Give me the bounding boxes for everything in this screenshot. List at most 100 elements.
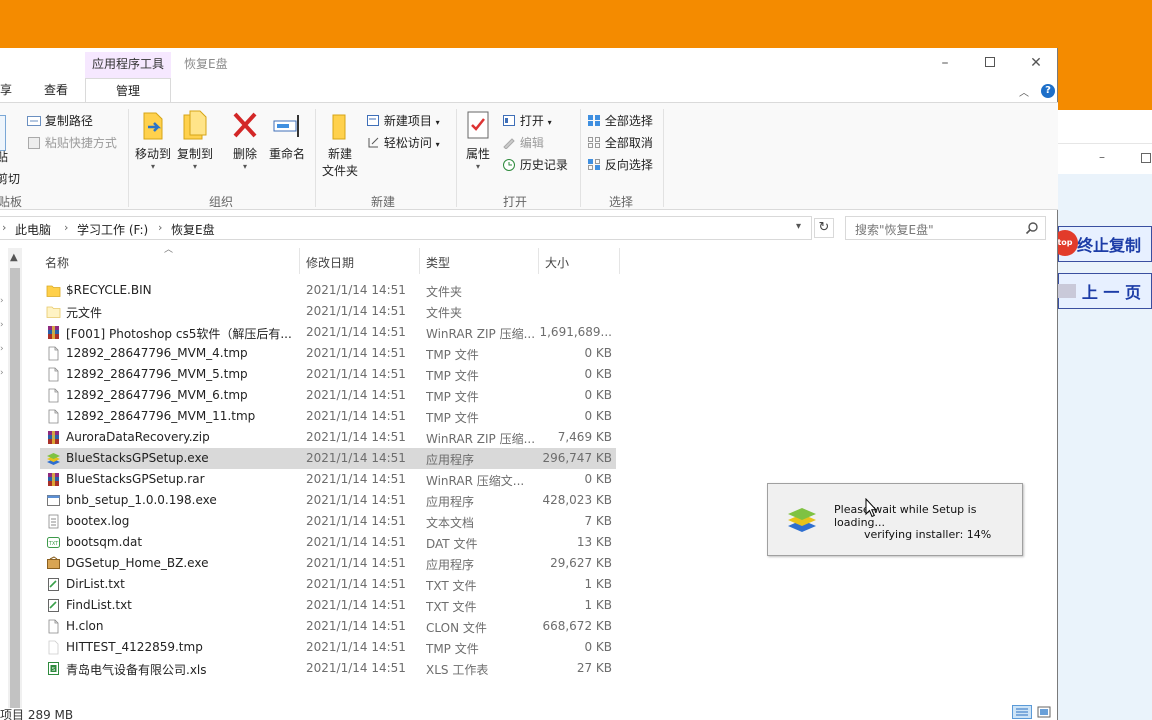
invert-selection-icon	[588, 159, 600, 170]
folder-light-icon	[46, 304, 61, 319]
invert-selection-button[interactable]: 反向选择	[587, 156, 653, 173]
new-item-button[interactable]: 新建项目 ▾	[366, 112, 440, 129]
select-all-button[interactable]: 全部选择	[587, 112, 653, 129]
file-row[interactable]: $RECYCLE.BIN 2021/1/14 14:51 文件夹	[40, 280, 616, 301]
file-name: H.clon	[66, 619, 104, 633]
help-button[interactable]: ?	[1041, 84, 1055, 98]
properties-button[interactable]: 属性 ▾	[462, 109, 494, 171]
move-to-button[interactable]: 移动到 ▾	[134, 109, 172, 171]
paste-button[interactable]	[0, 115, 6, 151]
paste-label[interactable]: 贴	[0, 148, 8, 165]
collapse-ribbon-button[interactable]: ︿	[1019, 84, 1031, 99]
organize-group-label: 组织	[209, 195, 234, 209]
history-button[interactable]: 历史记录	[502, 156, 568, 173]
address-bar[interactable]: › 此电脑 › 学习工作 (F:) › 恢复E盘 ▾	[0, 216, 812, 240]
properties-icon	[467, 111, 489, 139]
navigation-scroll-thumb[interactable]	[10, 268, 20, 708]
file-size: 0 KB	[584, 367, 612, 381]
column-divider[interactable]	[419, 248, 420, 274]
close-button[interactable]: ✕	[1026, 54, 1046, 72]
move-to-icon	[143, 112, 163, 140]
file-date: 2021/1/14 14:51	[306, 535, 406, 549]
file-row[interactable]: H.clon 2021/1/14 14:51 CLON 文件 668,672 KB	[40, 616, 616, 637]
file-type: 应用程序	[426, 495, 475, 509]
tab-view[interactable]: 查看	[44, 78, 68, 102]
notepad-icon	[46, 577, 61, 592]
edit-button[interactable]: 编辑	[502, 134, 544, 151]
column-header-date[interactable]: 修改日期	[306, 254, 354, 271]
delete-button[interactable]: 删除 ▾	[228, 109, 262, 171]
file-row[interactable]: AuroraDataRecovery.zip 2021/1/14 14:51 Win…	[40, 427, 616, 448]
file-name: HITTEST_4122859.tmp	[66, 640, 203, 654]
nav-expand-icon[interactable]: ›	[0, 296, 4, 306]
details-view-icon	[1016, 708, 1028, 716]
paste-shortcut-button[interactable]: 粘贴快捷方式	[27, 134, 117, 151]
maximize-button[interactable]	[980, 54, 1000, 72]
minimize-button[interactable]: –	[935, 54, 955, 72]
select-group-label: 选择	[609, 195, 634, 209]
tab-share[interactable]: 共享	[0, 78, 12, 102]
file-type: TMP 文件	[426, 642, 479, 656]
history-icon	[503, 159, 515, 171]
easy-access-button[interactable]: 轻松访问 ▾	[366, 134, 440, 151]
new-item-icon	[367, 115, 379, 126]
file-row[interactable]: 元文件 2021/1/14 14:51 文件夹	[40, 301, 616, 322]
column-header-name[interactable]: 名称	[45, 254, 69, 271]
file-row[interactable]: 12892_28647796_MVM_5.tmp 2021/1/14 14:51 T…	[40, 364, 616, 385]
address-dropdown-icon[interactable]: ▾	[796, 221, 801, 232]
new-folder-label-1: 新建	[327, 147, 352, 161]
scroll-up-icon[interactable]: ▲	[10, 252, 18, 263]
file-type: 应用程序	[426, 558, 475, 572]
nav-expand-icon[interactable]: ›	[0, 320, 4, 330]
cut-button[interactable]: 剪切	[0, 170, 20, 187]
breadcrumb-folder[interactable]: 恢复E盘	[171, 221, 215, 238]
file-light-icon	[46, 640, 61, 655]
open-button[interactable]: 打开 ▾	[502, 112, 552, 129]
dat-icon: TXT	[46, 535, 61, 550]
large-icons-view-button[interactable]	[1036, 705, 1052, 719]
file-row[interactable]: bootex.log 2021/1/14 14:51 文本文档 7 KB	[40, 511, 616, 532]
edit-label: 编辑	[519, 136, 544, 150]
nav-expand-icon[interactable]: ›	[0, 368, 4, 378]
column-header-size[interactable]: 大小	[545, 254, 569, 271]
tab-manage[interactable]: 管理	[85, 78, 171, 102]
copy-path-button[interactable]: 复制路径	[27, 112, 93, 129]
column-divider[interactable]	[538, 248, 539, 274]
file-date: 2021/1/14 14:51	[306, 661, 406, 675]
details-view-button[interactable]	[1012, 705, 1032, 719]
background-app-minimize-button[interactable]: –	[1095, 150, 1109, 164]
address-row: › 此电脑 › 学习工作 (F:) › 恢复E盘 ▾ ↻ 搜索"恢复E盘"	[0, 216, 1058, 242]
file-row[interactable]: TXT bootsqm.dat 2021/1/14 14:51 DAT 文件 13 KB	[40, 532, 616, 553]
select-none-button[interactable]: 全部取消	[587, 134, 653, 151]
file-row[interactable]: DirList.txt 2021/1/14 14:51 TXT 文件 1 KB	[40, 574, 616, 595]
new-folder-button[interactable]: 新建 文件夹	[320, 109, 360, 179]
file-row[interactable]: 12892_28647796_MVM_4.tmp 2021/1/14 14:51 T…	[40, 343, 616, 364]
file-row[interactable]: S 青岛电气设备有限公司.xls 2021/1/14 14:51 XLS 工作表 27 …	[40, 658, 616, 679]
file-row[interactable]: FindList.txt 2021/1/14 14:51 TXT 文件 1 KB	[40, 595, 616, 616]
file-row[interactable]: bnb_setup_1.0.0.198.exe 2021/1/14 14:51 应用…	[40, 490, 616, 511]
file-row[interactable]: [F001] Photoshop cs5软件（解压后有... 2021/1/14 …	[40, 322, 616, 343]
file-row[interactable]: 12892_28647796_MVM_11.tmp 2021/1/14 14:51…	[40, 406, 616, 427]
file-row[interactable]: BlueStacksGPSetup.rar 2021/1/14 14:51 WinR…	[40, 469, 616, 490]
column-header-type[interactable]: 类型	[426, 254, 450, 271]
background-app-maximize-button[interactable]	[1141, 153, 1151, 163]
copy-to-button[interactable]: 复制到 ▾	[176, 109, 214, 171]
breadcrumb-this-pc[interactable]: 此电脑	[15, 221, 51, 238]
column-divider[interactable]	[619, 248, 620, 274]
file-name: BlueStacksGPSetup.exe	[66, 451, 209, 465]
file-type: TMP 文件	[426, 369, 479, 383]
setup-progress-status: verifying installer: 14%	[864, 528, 992, 541]
nav-expand-icon[interactable]: ›	[0, 344, 4, 354]
breadcrumb-drive[interactable]: 学习工作 (F:)	[77, 221, 148, 238]
file-row[interactable]: BlueStacksGPSetup.exe 2021/1/14 14:51 应用程序…	[40, 448, 616, 469]
file-row[interactable]: 12892_28647796_MVM_6.tmp 2021/1/14 14:51 T…	[40, 385, 616, 406]
file-row[interactable]: DGSetup_Home_BZ.exe 2021/1/14 14:51 应用程序 29…	[40, 553, 616, 574]
file-name: 青岛电气设备有限公司.xls	[66, 663, 207, 677]
search-input[interactable]: 搜索"恢复E盘"	[845, 216, 1046, 240]
refresh-button[interactable]: ↻	[814, 218, 834, 238]
file-row[interactable]: HITTEST_4122859.tmp 2021/1/14 14:51 TMP 文件…	[40, 637, 616, 658]
column-divider[interactable]	[299, 248, 300, 274]
file-icon	[46, 409, 61, 424]
rename-button[interactable]: 重命名	[266, 109, 308, 162]
bluestacks-icon	[46, 451, 61, 466]
